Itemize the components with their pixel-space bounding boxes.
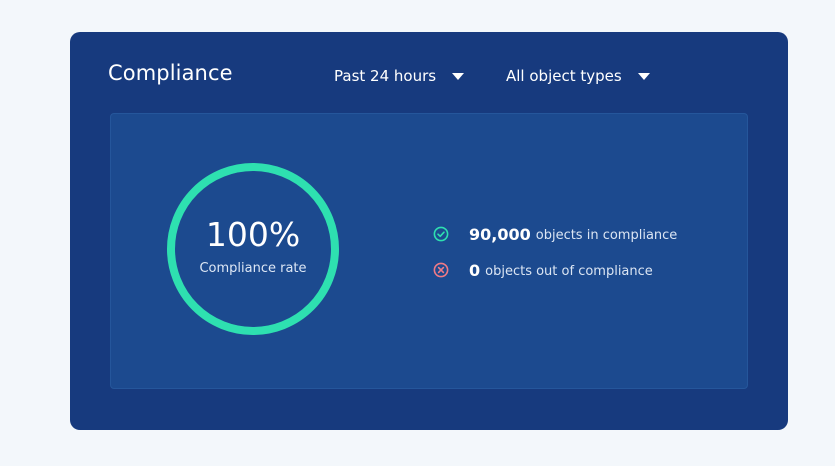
- object-type-dropdown[interactable]: All object types: [506, 67, 650, 85]
- stat-in-compliance: 90,000 objects in compliance: [433, 216, 677, 252]
- out-of-compliance-count: 0: [469, 260, 481, 280]
- stat-out-of-compliance: 0 objects out of compliance: [433, 252, 677, 288]
- compliance-rate-label: Compliance rate: [199, 260, 307, 276]
- caret-down-icon: [452, 73, 465, 80]
- card-title: Compliance: [108, 61, 233, 85]
- caret-down-icon: [637, 73, 650, 80]
- compliance-rate-ring: 100% Compliance rate: [165, 161, 341, 337]
- time-range-dropdown[interactable]: Past 24 hours: [334, 67, 465, 85]
- check-circle-icon: [433, 226, 449, 242]
- object-type-label: All object types: [506, 67, 622, 85]
- in-compliance-label: objects in compliance: [535, 228, 678, 243]
- time-range-label: Past 24 hours: [334, 67, 437, 85]
- compliance-rate-value: 100%: [205, 214, 301, 254]
- in-compliance-count: 90,000: [469, 224, 531, 244]
- compliance-card: Compliance Past 24 hours All object type…: [70, 32, 788, 430]
- x-circle-icon: [433, 262, 449, 278]
- out-of-compliance-label: objects out of compliance: [485, 264, 653, 279]
- compliance-stats: 90,000 objects in compliance 0 objects o…: [433, 216, 677, 288]
- compliance-summary-panel: 100% Compliance rate 90,000 objects in c…: [110, 113, 748, 389]
